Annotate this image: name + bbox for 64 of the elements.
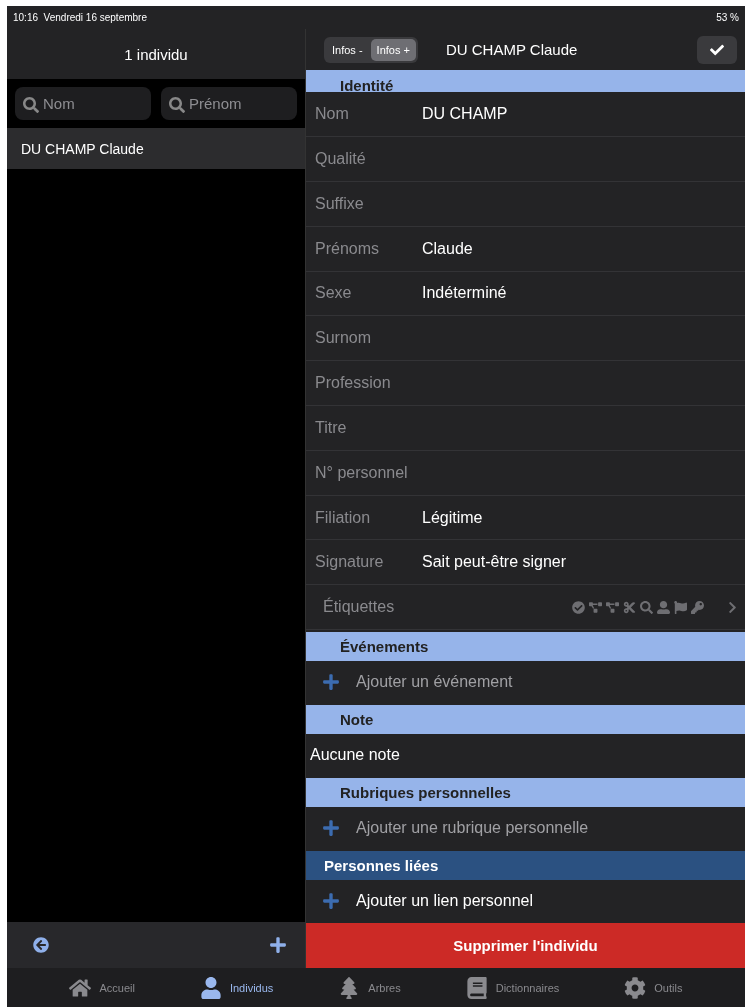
- section-header: Personnes liées: [306, 851, 745, 881]
- field-label: Signature: [315, 553, 385, 572]
- search-icon: [23, 97, 39, 113]
- chevron-icon: [726, 600, 739, 614]
- home-icon: [69, 976, 92, 999]
- segment-tab[interactable]: Infos -: [326, 38, 369, 61]
- segment-tab[interactable]: Infos +: [370, 38, 416, 61]
- field-value: Indéterminé: [422, 284, 507, 303]
- branch-icon: [589, 600, 602, 614]
- tab-bar-item[interactable]: Accueil: [63, 975, 141, 1000]
- note-text: Aucune note: [309, 745, 401, 766]
- tab-bar-item[interactable]: Individus: [193, 975, 280, 1000]
- plus-icon: [322, 892, 340, 911]
- check-icon: [710, 42, 724, 57]
- status-date: Vendredi 16 septembre: [43, 12, 147, 23]
- detail-title: DU CHAMP Claude: [445, 41, 579, 59]
- add-label: Ajouter un lien personnel: [356, 892, 533, 911]
- field-value: Sait peut-être signer: [422, 553, 567, 572]
- field-label: Étiquettes: [322, 598, 396, 617]
- book-icon: [465, 976, 488, 999]
- field-value: Légitime: [422, 508, 483, 527]
- add-icon[interactable]: [269, 936, 287, 954]
- confirm-button[interactable]: [697, 35, 737, 64]
- field-label: Titre: [315, 418, 348, 437]
- person-icon: [199, 976, 222, 999]
- tab-bar-item[interactable]: Arbres: [332, 975, 407, 1000]
- field-label: N° personnel: [315, 463, 409, 482]
- field-label: Prénoms: [315, 239, 381, 258]
- add-label: Ajouter une rubrique personnelle: [356, 819, 589, 838]
- field-label: Profession: [315, 374, 392, 393]
- section-header: Rubriques personnelles: [306, 778, 745, 807]
- branch-icon: [606, 600, 619, 614]
- search-field[interactable]: Nom: [15, 87, 151, 120]
- field-value: Claude: [422, 239, 473, 258]
- person-icon: [657, 600, 670, 614]
- add-label: Ajouter un événement: [356, 673, 513, 691]
- plus-icon: [322, 673, 340, 691]
- section-header: Identité: [306, 70, 745, 93]
- search-icon: [169, 97, 185, 113]
- status-time: 10:16 Vendredi 16 septembre: [13, 12, 147, 23]
- field-label: Qualité: [315, 149, 367, 168]
- list-title: 1 individu: [7, 29, 305, 79]
- field-label: Suffixe: [315, 194, 365, 213]
- field-label: Surnom: [315, 329, 373, 348]
- flag-icon: [674, 600, 687, 614]
- delete-button[interactable]: Supprimer l'individu: [306, 922, 745, 968]
- add-row[interactable]: Ajouter un lien personnel: [306, 880, 745, 923]
- tab-bar-item[interactable]: Dictionnaires: [459, 975, 566, 1000]
- section-header: Note: [306, 705, 745, 734]
- field-label: Sexe: [315, 284, 353, 303]
- field-label: Filiation: [315, 508, 372, 527]
- back-icon[interactable]: [33, 937, 49, 953]
- field-value: DU CHAMP: [422, 105, 508, 124]
- scissors-icon: [623, 600, 636, 614]
- key-icon: [691, 600, 704, 614]
- search-icon: [640, 600, 653, 614]
- battery-level: 53 %: [716, 12, 739, 23]
- field-label: Nom: [315, 105, 350, 124]
- section-header: Événements: [306, 632, 745, 661]
- search-field[interactable]: Prénom: [161, 87, 297, 120]
- plus-icon: [322, 819, 340, 838]
- tab-bar-item[interactable]: Outils: [618, 975, 689, 1000]
- list-item[interactable]: DU CHAMP Claude: [7, 128, 305, 169]
- settings-icon: [624, 976, 647, 999]
